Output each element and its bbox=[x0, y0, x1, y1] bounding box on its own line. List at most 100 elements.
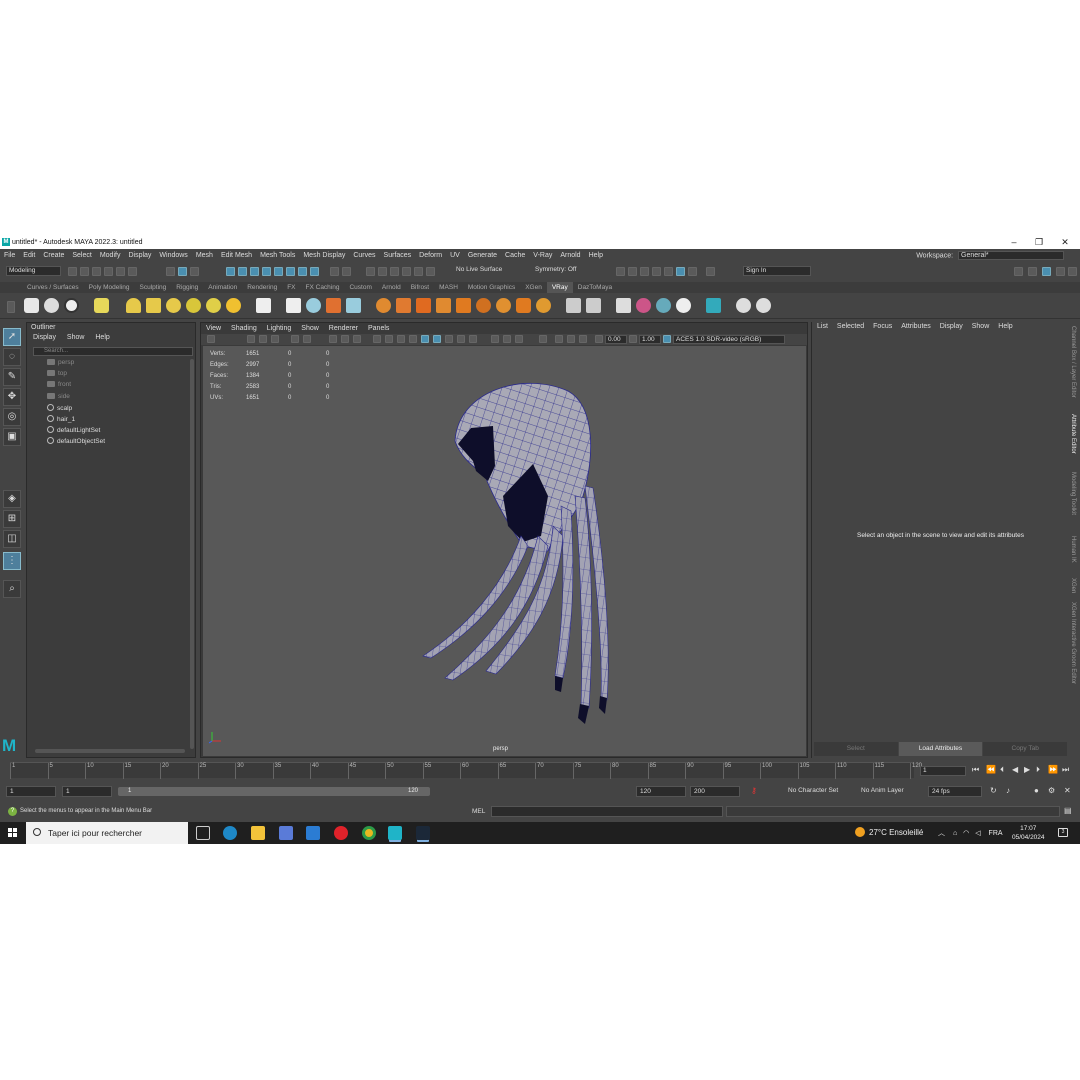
go-to-end-icon[interactable]: ⏭ bbox=[1062, 765, 1069, 775]
vray-subdivision-icon[interactable] bbox=[476, 298, 491, 313]
grid-icon[interactable] bbox=[329, 335, 337, 343]
smooth-shade-icon[interactable] bbox=[421, 335, 429, 343]
tab-attribute-editor[interactable]: Attribute Editor bbox=[1070, 414, 1076, 454]
character-set-field[interactable]: No Character Set bbox=[770, 786, 846, 797]
vray-scene-icon[interactable] bbox=[306, 298, 321, 313]
shelf-tab-curves-surfaces[interactable]: Curves / Surfaces bbox=[22, 282, 84, 293]
mask-deformations-icon[interactable] bbox=[274, 267, 283, 276]
outliner-menu-show[interactable]: Show bbox=[67, 334, 85, 341]
mask-misc-icon[interactable] bbox=[310, 267, 319, 276]
outliner-menu-help[interactable]: Help bbox=[95, 334, 109, 341]
record-icon[interactable]: ● bbox=[1034, 786, 1039, 795]
menu-uv[interactable]: UV bbox=[446, 249, 464, 262]
viewport-menu-view[interactable]: View bbox=[201, 323, 226, 334]
viewport-menu-shading[interactable]: Shading bbox=[226, 323, 262, 334]
menu-mesh[interactable]: Mesh bbox=[192, 249, 217, 262]
vray-color-icon[interactable] bbox=[636, 298, 651, 313]
mask-surfaces-icon[interactable] bbox=[262, 267, 271, 276]
color-space-dropdown[interactable]: ACES 1.0 SDR-video (sRGB) bbox=[673, 335, 785, 344]
two-pane-layout-icon[interactable]: ◫ bbox=[3, 530, 21, 548]
steam-icon[interactable] bbox=[416, 826, 430, 840]
microsoft-store-icon[interactable] bbox=[279, 826, 293, 840]
outliner-item-persp[interactable]: persp bbox=[47, 359, 74, 369]
menu-help[interactable]: Help bbox=[585, 249, 607, 262]
vray-light-lister-icon[interactable] bbox=[616, 298, 631, 313]
mask-handles-icon[interactable] bbox=[226, 267, 235, 276]
vray-material-library-icon[interactable] bbox=[656, 298, 671, 313]
gate-mask-icon[interactable] bbox=[373, 335, 381, 343]
menu-select[interactable]: Select bbox=[68, 249, 95, 262]
animation-end-field[interactable]: 200 bbox=[690, 786, 740, 797]
field-chart-icon[interactable] bbox=[385, 335, 393, 343]
menu-edit[interactable]: Edit bbox=[19, 249, 39, 262]
shelf-tab-arnold[interactable]: Arnold bbox=[377, 282, 406, 293]
menu-mesh-tools[interactable]: Mesh Tools bbox=[256, 249, 299, 262]
menuset-dropdown[interactable]: Modeling bbox=[6, 266, 61, 276]
menu-modify[interactable]: Modify bbox=[96, 249, 125, 262]
rotate-tool-icon[interactable]: ◎ bbox=[3, 408, 21, 426]
redo-icon[interactable] bbox=[116, 267, 125, 276]
film-gate-icon[interactable] bbox=[341, 335, 349, 343]
shelf-tab-vray[interactable]: VRay bbox=[546, 282, 573, 293]
vray-logo-icon[interactable] bbox=[756, 298, 771, 313]
vray-blend-mtl-icon[interactable] bbox=[396, 298, 411, 313]
vray-vfb-icon[interactable] bbox=[566, 298, 581, 313]
language-indicator[interactable]: FRA bbox=[989, 830, 1003, 837]
attribute-menu-show[interactable]: Show bbox=[972, 323, 990, 330]
weather-widget[interactable]: 27°C Ensoleillé bbox=[855, 827, 923, 837]
shelf-tab-fx[interactable]: FX bbox=[282, 282, 300, 293]
menu-file[interactable]: File bbox=[0, 249, 19, 262]
outliner-item-defaultobjectset[interactable]: defaultObjectSet bbox=[47, 437, 105, 447]
viewport-menu-panels[interactable]: Panels bbox=[363, 323, 394, 334]
maya-taskbar-icon[interactable] bbox=[388, 826, 402, 840]
outliner-item-top[interactable]: top bbox=[47, 370, 67, 380]
lasso-tool-icon[interactable]: ◌ bbox=[3, 348, 21, 366]
close-button[interactable]: ✕ bbox=[1055, 237, 1075, 248]
menu-cache[interactable]: Cache bbox=[501, 249, 529, 262]
outliner-item-hair-1[interactable]: hair_1 bbox=[47, 415, 75, 425]
workspace-selector[interactable]: Workspace: General* bbox=[916, 251, 1064, 260]
vray-sun-icon[interactable] bbox=[226, 298, 241, 313]
opera-browser-icon[interactable] bbox=[334, 826, 348, 840]
attribute-menu-help[interactable]: Help bbox=[998, 323, 1012, 330]
menu-generate[interactable]: Generate bbox=[464, 249, 501, 262]
resolution-gate-icon[interactable] bbox=[353, 335, 361, 343]
vray-settings-shelf-icon[interactable] bbox=[64, 298, 79, 313]
vray-lister-icon[interactable] bbox=[586, 298, 601, 313]
hair-mesh-model[interactable] bbox=[203, 346, 806, 756]
live-surface-field[interactable]: No Live Surface bbox=[454, 266, 514, 276]
tab-xgen-groom-editor[interactable]: XGen Interactive Groom Editor bbox=[1070, 602, 1076, 684]
grease-pencil-icon[interactable] bbox=[291, 335, 299, 343]
symmetry-field[interactable]: Symmetry: Off bbox=[533, 266, 593, 276]
gamma-field[interactable]: 1.00 bbox=[639, 335, 661, 344]
exposure-icon[interactable] bbox=[595, 335, 603, 343]
snap-together-icon[interactable] bbox=[426, 267, 435, 276]
channel-box-toggle-icon[interactable] bbox=[1068, 267, 1077, 276]
move-tool-icon[interactable]: ✥ bbox=[3, 388, 21, 406]
menu-surfaces[interactable]: Surfaces bbox=[380, 249, 416, 262]
viewport-menu-show[interactable]: Show bbox=[296, 323, 324, 334]
save-scene-icon[interactable] bbox=[92, 267, 101, 276]
outliner-item-defaultlightset[interactable]: defaultLightSet bbox=[47, 426, 100, 436]
wireframe-on-shaded-icon[interactable] bbox=[433, 335, 441, 343]
isolate-select-icon[interactable] bbox=[539, 335, 547, 343]
backface-culling-icon[interactable] bbox=[579, 335, 587, 343]
attribute-menu-list[interactable]: List bbox=[817, 323, 828, 330]
bookmark-icon[interactable] bbox=[259, 335, 267, 343]
current-frame-field[interactable]: 1 bbox=[920, 766, 966, 776]
windows-start-icon[interactable] bbox=[8, 828, 18, 838]
render-frame-icon[interactable] bbox=[628, 267, 637, 276]
playback-start-field[interactable]: 1 bbox=[62, 786, 112, 797]
vray-hair-mtl-icon[interactable] bbox=[416, 298, 431, 313]
mask-curves-icon[interactable] bbox=[250, 267, 259, 276]
menu-curves[interactable]: Curves bbox=[349, 249, 379, 262]
restore-button[interactable]: ❐ bbox=[1029, 237, 1049, 248]
outliner-item-front[interactable]: front bbox=[47, 381, 71, 391]
step-forward-key-icon[interactable]: ⏩ bbox=[1048, 765, 1058, 774]
outliner-layout-icon[interactable]: ⋮ bbox=[3, 552, 21, 570]
load-attributes-button[interactable]: Load Attributes bbox=[898, 742, 983, 756]
snap-curve-icon[interactable] bbox=[378, 267, 387, 276]
mask-joints-icon[interactable] bbox=[238, 267, 247, 276]
attribute-menu-display[interactable]: Display bbox=[940, 323, 963, 330]
time-ruler[interactable]: 1 5 10 15 20 25 30 35 40 45 50 55 60 65 70 75 80 85 90 95 10… bbox=[10, 762, 922, 779]
